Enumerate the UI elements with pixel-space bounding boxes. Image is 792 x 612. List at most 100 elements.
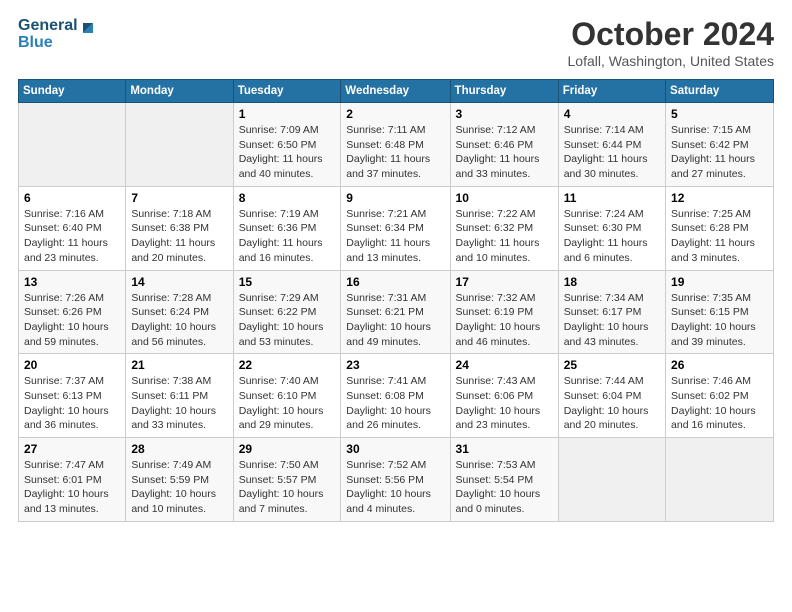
day-number: 1 [239, 107, 336, 121]
calendar-cell [666, 438, 774, 522]
day-number: 5 [671, 107, 768, 121]
day-info: Sunrise: 7:16 AM Sunset: 6:40 PM Dayligh… [24, 207, 120, 266]
day-info: Sunrise: 7:46 AM Sunset: 6:02 PM Dayligh… [671, 374, 768, 433]
day-info: Sunrise: 7:26 AM Sunset: 6:26 PM Dayligh… [24, 291, 120, 350]
day-info: Sunrise: 7:41 AM Sunset: 6:08 PM Dayligh… [346, 374, 444, 433]
calendar-cell: 27Sunrise: 7:47 AM Sunset: 6:01 PM Dayli… [19, 438, 126, 522]
logo-icon [79, 17, 97, 35]
calendar-cell: 9Sunrise: 7:21 AM Sunset: 6:34 PM Daylig… [341, 186, 450, 270]
calendar-cell: 11 Sunrise: 7:24 AM Sunset: 6:30 PM Dayli… [558, 186, 665, 270]
day-number: 26 [671, 358, 768, 372]
day-number: 19 [671, 275, 768, 289]
day-info: Sunrise: 7:28 AM Sunset: 6:24 PM Dayligh… [131, 291, 227, 350]
page-container: General Blue October 2024 Lofall, Washin… [0, 0, 792, 532]
day-info: Sunrise: 7:29 AM Sunset: 6:22 PM Dayligh… [239, 291, 336, 350]
calendar-week-row: 1 Sunrise: 7:09 AM Sunset: 6:50 PM Daylig… [19, 103, 774, 187]
calendar-cell: 31 Sunrise: 7:53 AM Sunset: 5:54 PM Dayli… [450, 438, 558, 522]
day-number: 6 [24, 191, 120, 205]
day-number: 2 [346, 107, 444, 121]
calendar-cell: 7 Sunrise: 7:18 AM Sunset: 6:38 PM Daylig… [126, 186, 233, 270]
day-number: 22 [239, 358, 336, 372]
title-area: October 2024 Lofall, Washington, United … [568, 16, 775, 69]
calendar-header-monday: Monday [126, 80, 233, 103]
day-info: Sunrise: 7:38 AM Sunset: 6:11 PM Dayligh… [131, 374, 227, 433]
calendar-cell [126, 103, 233, 187]
day-number: 18 [564, 275, 660, 289]
calendar-header-row: SundayMondayTuesdayWednesdayThursdayFrid… [19, 80, 774, 103]
calendar-cell: 8 Sunrise: 7:19 AM Sunset: 6:36 PM Daylig… [233, 186, 341, 270]
day-info: Sunrise: 7:18 AM Sunset: 6:38 PM Dayligh… [131, 207, 227, 266]
day-info: Sunrise: 7:52 AM Sunset: 5:56 PM Dayligh… [346, 458, 444, 517]
day-number: 27 [24, 442, 120, 456]
calendar-cell: 17 Sunrise: 7:32 AM Sunset: 6:19 PM Dayli… [450, 270, 558, 354]
day-number: 24 [456, 358, 553, 372]
day-info: Sunrise: 7:24 AM Sunset: 6:30 PM Dayligh… [564, 207, 660, 266]
calendar-cell: 28Sunrise: 7:49 AM Sunset: 5:59 PM Dayli… [126, 438, 233, 522]
calendar-cell: 18 Sunrise: 7:34 AM Sunset: 6:17 PM Dayli… [558, 270, 665, 354]
day-number: 7 [131, 191, 227, 205]
day-info: Sunrise: 7:40 AM Sunset: 6:10 PM Dayligh… [239, 374, 336, 433]
calendar-week-row: 6 Sunrise: 7:16 AM Sunset: 6:40 PM Daylig… [19, 186, 774, 270]
calendar-cell: 15Sunrise: 7:29 AM Sunset: 6:22 PM Dayli… [233, 270, 341, 354]
calendar-cell: 30 Sunrise: 7:52 AM Sunset: 5:56 PM Dayli… [341, 438, 450, 522]
calendar-header-friday: Friday [558, 80, 665, 103]
day-info: Sunrise: 7:19 AM Sunset: 6:36 PM Dayligh… [239, 207, 336, 266]
day-info: Sunrise: 7:09 AM Sunset: 6:50 PM Dayligh… [239, 123, 336, 182]
calendar-cell: 25 Sunrise: 7:44 AM Sunset: 6:04 PM Dayli… [558, 354, 665, 438]
calendar-cell: 3 Sunrise: 7:12 AM Sunset: 6:46 PM Daylig… [450, 103, 558, 187]
day-number: 3 [456, 107, 553, 121]
logo: General Blue [18, 16, 97, 52]
calendar-cell: 19 Sunrise: 7:35 AM Sunset: 6:15 PM Dayli… [666, 270, 774, 354]
calendar-cell: 20 Sunrise: 7:37 AM Sunset: 6:13 PM Dayli… [19, 354, 126, 438]
day-info: Sunrise: 7:53 AM Sunset: 5:54 PM Dayligh… [456, 458, 553, 517]
day-number: 11 [564, 191, 660, 205]
calendar-cell: 24 Sunrise: 7:43 AM Sunset: 6:06 PM Dayli… [450, 354, 558, 438]
calendar-cell: 29Sunrise: 7:50 AM Sunset: 5:57 PM Dayli… [233, 438, 341, 522]
day-number: 13 [24, 275, 120, 289]
calendar-week-row: 27Sunrise: 7:47 AM Sunset: 6:01 PM Dayli… [19, 438, 774, 522]
calendar-cell: 12Sunrise: 7:25 AM Sunset: 6:28 PM Dayli… [666, 186, 774, 270]
calendar-cell: 26 Sunrise: 7:46 AM Sunset: 6:02 PM Dayli… [666, 354, 774, 438]
calendar-cell: 5 Sunrise: 7:15 AM Sunset: 6:42 PM Daylig… [666, 103, 774, 187]
day-info: Sunrise: 7:50 AM Sunset: 5:57 PM Dayligh… [239, 458, 336, 517]
day-info: Sunrise: 7:35 AM Sunset: 6:15 PM Dayligh… [671, 291, 768, 350]
day-info: Sunrise: 7:31 AM Sunset: 6:21 PM Dayligh… [346, 291, 444, 350]
day-info: Sunrise: 7:22 AM Sunset: 6:32 PM Dayligh… [456, 207, 553, 266]
day-info: Sunrise: 7:37 AM Sunset: 6:13 PM Dayligh… [24, 374, 120, 433]
calendar-cell [19, 103, 126, 187]
day-number: 4 [564, 107, 660, 121]
day-info: Sunrise: 7:43 AM Sunset: 6:06 PM Dayligh… [456, 374, 553, 433]
calendar-week-row: 13 Sunrise: 7:26 AM Sunset: 6:26 PM Dayli… [19, 270, 774, 354]
month-title: October 2024 [568, 16, 775, 53]
day-number: 8 [239, 191, 336, 205]
day-number: 31 [456, 442, 553, 456]
calendar-cell [558, 438, 665, 522]
day-info: Sunrise: 7:12 AM Sunset: 6:46 PM Dayligh… [456, 123, 553, 182]
calendar-cell: 21 Sunrise: 7:38 AM Sunset: 6:11 PM Dayli… [126, 354, 233, 438]
day-number: 28 [131, 442, 227, 456]
calendar-cell: 22 Sunrise: 7:40 AM Sunset: 6:10 PM Dayli… [233, 354, 341, 438]
day-number: 16 [346, 275, 444, 289]
day-number: 17 [456, 275, 553, 289]
day-number: 12 [671, 191, 768, 205]
day-number: 9 [346, 191, 444, 205]
calendar-week-row: 20 Sunrise: 7:37 AM Sunset: 6:13 PM Dayli… [19, 354, 774, 438]
day-number: 25 [564, 358, 660, 372]
day-number: 30 [346, 442, 444, 456]
day-info: Sunrise: 7:34 AM Sunset: 6:17 PM Dayligh… [564, 291, 660, 350]
calendar-cell: 1 Sunrise: 7:09 AM Sunset: 6:50 PM Daylig… [233, 103, 341, 187]
day-info: Sunrise: 7:44 AM Sunset: 6:04 PM Dayligh… [564, 374, 660, 433]
day-info: Sunrise: 7:15 AM Sunset: 6:42 PM Dayligh… [671, 123, 768, 182]
day-number: 14 [131, 275, 227, 289]
day-number: 20 [24, 358, 120, 372]
calendar-cell: 23Sunrise: 7:41 AM Sunset: 6:08 PM Dayli… [341, 354, 450, 438]
day-number: 21 [131, 358, 227, 372]
calendar-header-sunday: Sunday [19, 80, 126, 103]
location: Lofall, Washington, United States [568, 53, 775, 69]
header: General Blue October 2024 Lofall, Washin… [18, 16, 774, 69]
calendar-cell: 2Sunrise: 7:11 AM Sunset: 6:48 PM Daylig… [341, 103, 450, 187]
calendar-header-saturday: Saturday [666, 80, 774, 103]
calendar-header-tuesday: Tuesday [233, 80, 341, 103]
calendar-cell: 10Sunrise: 7:22 AM Sunset: 6:32 PM Dayli… [450, 186, 558, 270]
day-info: Sunrise: 7:32 AM Sunset: 6:19 PM Dayligh… [456, 291, 553, 350]
